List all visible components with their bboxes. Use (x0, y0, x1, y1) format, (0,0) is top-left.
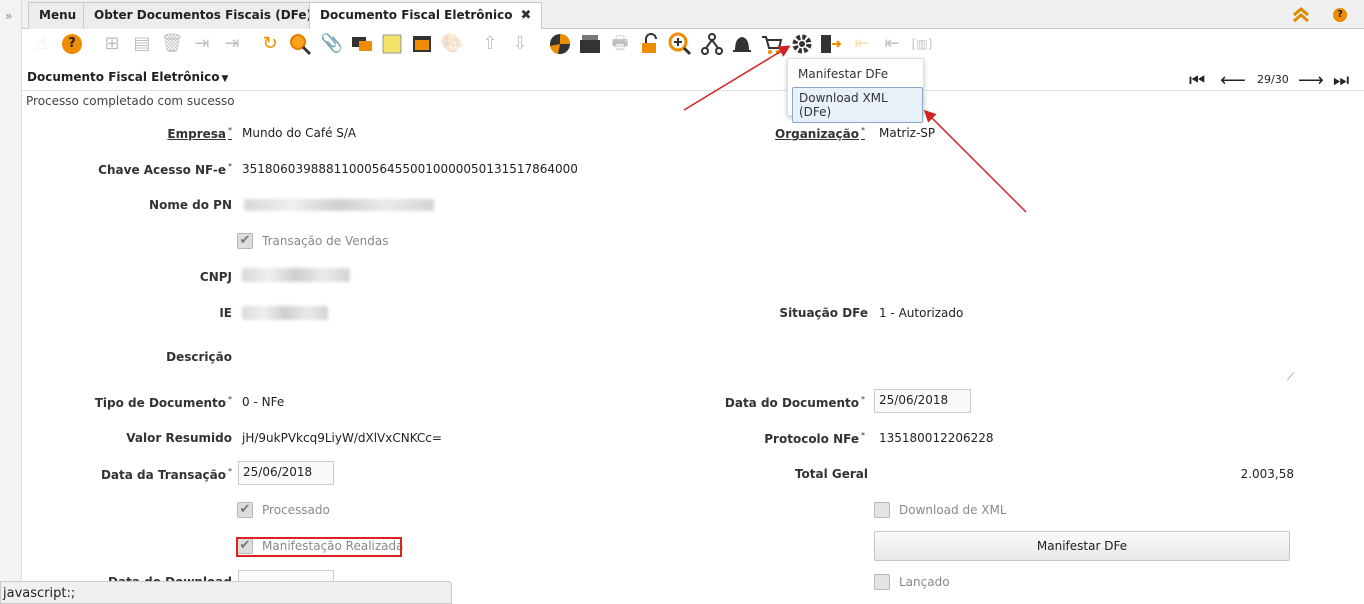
protocolo-nfe-value[interactable]: 135180012206228 (879, 431, 994, 445)
collapse-up-icon[interactable] (1292, 6, 1310, 25)
cnpj-redacted (242, 268, 350, 282)
data-documento-label: Data do Documento * (724, 395, 865, 410)
data-documento-input[interactable]: 25/06/2018 (874, 389, 971, 413)
total-geral-label: Total Geral (794, 467, 868, 481)
chevron-down-icon[interactable]: ▼ (222, 74, 229, 84)
copy-icon[interactable]: ▤ (130, 32, 154, 56)
download-xml-label: Download de XML (899, 503, 1007, 517)
last-record-icon[interactable]: ⏭ (1333, 70, 1349, 91)
descricao-textarea[interactable]: ⟋ (874, 343, 1294, 383)
data-transacao-input[interactable]: 25/06/2018 (238, 461, 334, 485)
resize-handle-icon[interactable]: ⟋ (1287, 372, 1294, 383)
next-record-icon[interactable]: ⟶ (1298, 70, 1324, 91)
tipo-documento-label: Tipo de Documento * (94, 395, 232, 410)
nome-pn-label: Nome do PN (149, 198, 232, 212)
valor-resumido-value[interactable]: jH/9ukPVkcq9LiyW/dXlVxCNKCc= (242, 431, 442, 445)
tab-bar: Menu Obter Documentos Fiscais (DFe)✖ Doc… (22, 0, 1364, 30)
process-menu: Manifestar DFe Download XML (DFe) (787, 58, 924, 123)
report-icon[interactable] (548, 32, 572, 56)
collapsed-sidebar[interactable]: » (0, 0, 22, 604)
data-transacao-label: Data da Transação * (100, 467, 232, 482)
processado-label: Processado (262, 503, 330, 517)
close-icon[interactable]: ✖ (521, 8, 532, 23)
cart-icon[interactable] (760, 32, 784, 56)
download-xml-checkbox[interactable] (874, 502, 890, 518)
print-icon[interactable]: 🖶 (608, 32, 632, 56)
previous-icon[interactable]: ⇧ (478, 32, 502, 56)
processado-checkbox[interactable]: ✔ (237, 502, 253, 518)
transacao-vendas-checkbox[interactable]: ✔ (237, 233, 253, 249)
record-position: 29/30 (1257, 73, 1289, 86)
attachment-icon[interactable]: 📎 (320, 32, 344, 56)
export-icon[interactable]: ⇤ (880, 32, 904, 56)
help-icon[interactable]: ? (60, 32, 84, 56)
nome-pn-redacted (244, 199, 434, 211)
ie-label: IE (219, 306, 232, 320)
exit-icon[interactable] (818, 32, 842, 56)
ie-redacted (242, 306, 328, 320)
valor-resumido-label: Valor Resumido (126, 431, 232, 445)
previous-record-icon[interactable]: ⟵ (1220, 70, 1246, 91)
save-icon[interactable]: ⇥ (190, 32, 214, 56)
empresa-value[interactable]: Mundo do Café S/A (242, 126, 356, 140)
cnpj-label: CNPJ (199, 270, 232, 284)
archive-icon[interactable] (410, 32, 434, 56)
situacao-dfe-label: Situação DFe (779, 306, 868, 320)
browser-status-bar: javascript:; (0, 581, 452, 604)
undo-icon[interactable]: ☝ (30, 32, 54, 56)
menu-item-manifestar-dfe[interactable]: Manifestar DFe (792, 64, 894, 84)
palette-icon[interactable]: 🎨 (440, 32, 464, 56)
transacao-vendas-label: Transação de Vendas (262, 234, 389, 248)
lancado-checkbox[interactable] (874, 574, 890, 590)
zoom-icon[interactable] (668, 32, 692, 56)
menu-item-download-xml[interactable]: Download XML (DFe) (792, 87, 923, 123)
tab-obter-documentos[interactable]: Obter Documentos Fiscais (DFe)✖ (83, 2, 342, 29)
chave-acesso-label: Chave Acesso NF-e * (98, 162, 232, 177)
workflow-icon[interactable] (700, 32, 724, 56)
barcode-icon[interactable]: [▥] (910, 32, 934, 56)
delete-icon[interactable]: 🗑 (160, 32, 184, 56)
new-record-icon[interactable]: ⊞ (100, 32, 124, 56)
first-record-icon[interactable]: ⏮ (1189, 70, 1205, 91)
status-message: Processo completado com sucesso (26, 94, 235, 108)
import-icon[interactable]: ⇤ (850, 32, 874, 56)
tab-documento-fiscal[interactable]: Documento Fiscal Eletrônico ✖ (309, 2, 543, 30)
refresh-icon[interactable]: ↻ (258, 32, 282, 56)
window-title[interactable]: Documento Fiscal Eletrônico ▼ (27, 70, 228, 84)
bell-icon[interactable] (730, 32, 754, 56)
chat-icon[interactable] (350, 32, 374, 56)
tab-menu[interactable]: Menu (28, 2, 88, 29)
note-icon[interactable] (380, 32, 404, 56)
help-icon[interactable]: ? (1333, 8, 1347, 22)
organizacao-value[interactable]: Matriz-SP (879, 126, 935, 140)
chave-acesso-value[interactable]: 3518060398881100056455001000005013151786… (242, 162, 578, 176)
tipo-documento-value[interactable]: 0 - NFe (242, 395, 284, 409)
lancado-label: Lançado (899, 575, 950, 589)
total-geral-value[interactable]: 2.003,58 (1194, 467, 1294, 481)
next-icon[interactable]: ⇩ (508, 32, 532, 56)
organizacao-label: Organização * (775, 126, 865, 141)
save-new-icon[interactable]: ⇥ (220, 32, 244, 56)
toolbar: ☝ ? ⊞ ▤ 🗑 ⇥ ⇥ ↻ 📎 🎨 ⇧ ⇩ 🖶 ⇤ ⇤ [▥] (22, 29, 1364, 60)
manifestar-dfe-button[interactable]: Manifestar DFe (874, 531, 1290, 561)
archived-documents-icon[interactable] (578, 32, 602, 56)
lock-icon[interactable] (638, 32, 662, 56)
protocolo-nfe-label: Protocolo NFe * (764, 431, 865, 446)
empresa-label: Empresa * (167, 126, 232, 141)
process-gear-icon[interactable] (790, 32, 814, 56)
annotation-highlight-box (236, 537, 402, 557)
search-icon[interactable] (288, 32, 312, 56)
descricao-label: Descrição (166, 350, 232, 364)
expand-icon[interactable]: » (5, 9, 12, 23)
situacao-dfe-value[interactable]: 1 - Autorizado (879, 306, 963, 320)
